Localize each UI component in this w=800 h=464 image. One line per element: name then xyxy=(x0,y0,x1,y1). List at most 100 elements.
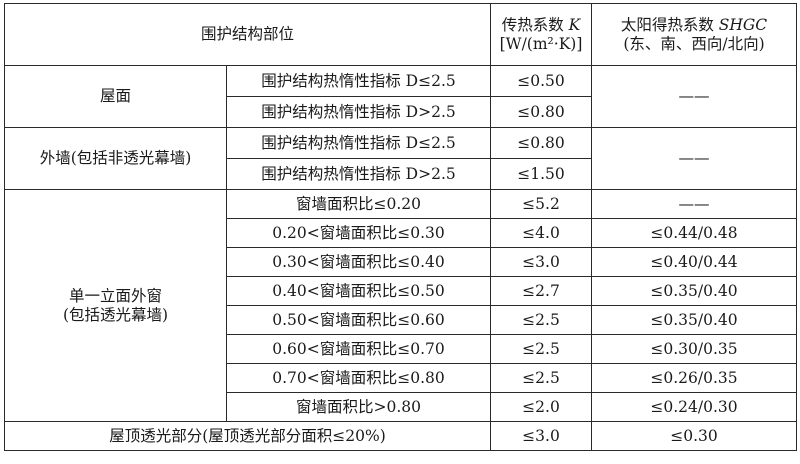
header-shgc-symbol: SHGC xyxy=(718,15,768,34)
k-cell: ≤0.50 xyxy=(490,65,592,97)
shgc-cell: ≤0.35/0.40 xyxy=(591,276,797,306)
shgc-value: ≤0.30/0.35 xyxy=(650,339,738,358)
k-cell: ≤1.50 xyxy=(490,158,592,190)
shgc-cell: —— xyxy=(591,189,797,219)
roof-label: 屋面 xyxy=(99,87,131,106)
k-value: ≤2.5 xyxy=(522,339,560,358)
condition-cell: 0.70<窗墙面积比≤0.80 xyxy=(226,363,491,393)
shgc-cell: —— xyxy=(591,127,797,190)
k-value: ≤5.2 xyxy=(522,194,560,213)
roof-label-cell: 屋面 xyxy=(4,65,227,128)
table-row: 屋顶透光部分(屋顶透光部分面积≤20%) ≤3.0 ≤0.30 xyxy=(4,421,797,451)
condition-cell: 围护结构热惰性指标 D≤2.5 xyxy=(226,127,491,159)
k-value: ≤3.0 xyxy=(522,426,560,445)
condition-cell: 窗墙面积比>0.80 xyxy=(226,392,491,422)
table-row: 屋面 围护结构热惰性指标 D≤2.5 ≤0.50 —— xyxy=(4,65,797,128)
header-k-unit: [W/(m²·K)] xyxy=(499,34,583,53)
shgc-value: ≤0.44/0.48 xyxy=(650,223,738,242)
k-value: ≤2.5 xyxy=(522,310,560,329)
k-cell: ≤2.5 xyxy=(490,363,592,393)
condition-text: 围护结构热惰性指标 D>2.5 xyxy=(261,164,456,183)
condition-cell: 围护结构热惰性指标 D>2.5 xyxy=(226,158,491,190)
k-cell: ≤3.0 xyxy=(490,421,592,451)
k-value: ≤4.0 xyxy=(522,223,560,242)
condition-text: 窗墙面积比≤0.20 xyxy=(296,194,421,213)
shgc-value: ≤0.35/0.40 xyxy=(650,310,738,329)
header-k-title: 传热系数 xyxy=(501,15,564,34)
condition-text: 0.20<窗墙面积比≤0.30 xyxy=(272,223,445,242)
shgc-cell: —— xyxy=(591,65,797,128)
header-k-cell: 传热系数 K [W/(m²·K)] xyxy=(490,3,592,66)
table-row: 单一立面外窗 (包括透光幕墙) 窗墙面积比≤0.20 ≤5.2 —— xyxy=(4,189,797,422)
condition-cell: 窗墙面积比≤0.20 xyxy=(226,189,491,219)
condition-text: 窗墙面积比>0.80 xyxy=(296,397,421,416)
k-cell: ≤4.0 xyxy=(490,218,592,248)
header-shgc-title-line: 太阳得热系数 SHGC xyxy=(596,16,792,35)
table-row: 外墙(包括非透光幕墙) 围护结构热惰性指标 D≤2.5 ≤0.80 —— xyxy=(4,127,797,190)
condition-cell: 0.60<窗墙面积比≤0.70 xyxy=(226,334,491,364)
shgc-dash: —— xyxy=(678,149,710,168)
k-cell: ≤0.80 xyxy=(490,96,592,128)
shgc-cell: ≤0.44/0.48 xyxy=(591,218,797,248)
condition-text: 0.30<窗墙面积比≤0.40 xyxy=(272,252,445,271)
condition-text: 0.60<窗墙面积比≤0.70 xyxy=(272,339,445,358)
k-value: ≤2.0 xyxy=(522,397,560,416)
skylight-label: 屋顶透光部分(屋顶透光部分面积≤20%) xyxy=(109,426,386,445)
k-value: ≤3.0 xyxy=(522,252,560,271)
k-cell: ≤2.7 xyxy=(490,276,592,306)
shgc-value: ≤0.40/0.44 xyxy=(650,252,738,271)
shgc-value: ≤0.24/0.30 xyxy=(650,397,738,416)
k-value: ≤1.50 xyxy=(517,164,565,183)
condition-text: 围护结构热惰性指标 D≤2.5 xyxy=(261,133,456,152)
wall-label-cell: 外墙(包括非透光幕墙) xyxy=(4,127,227,190)
condition-text: 0.50<窗墙面积比≤0.60 xyxy=(272,310,445,329)
shgc-value: ≤0.26/0.35 xyxy=(650,368,738,387)
window-label-line2: (包括透光幕墙) xyxy=(62,305,169,324)
envelope-limits-table: 围护结构部位 传热系数 K [W/(m²·K)] 太阳得热系数 SHGC (东、… xyxy=(4,3,797,451)
shgc-value: ≤0.30 xyxy=(670,426,718,445)
condition-cell: 0.40<窗墙面积比≤0.50 xyxy=(226,276,491,306)
k-cell: ≤2.5 xyxy=(490,334,592,364)
condition-cell: 围护结构热惰性指标 D≤2.5 xyxy=(226,65,491,97)
skylight-label-cell: 屋顶透光部分(屋顶透光部分面积≤20%) xyxy=(4,421,491,451)
header-shgc-cell: 太阳得热系数 SHGC (东、南、西向/北向) xyxy=(591,3,797,66)
condition-text: 0.40<窗墙面积比≤0.50 xyxy=(272,281,445,300)
shgc-cell: ≤0.30/0.35 xyxy=(591,334,797,364)
k-cell: ≤5.2 xyxy=(490,189,592,219)
shgc-dash: —— xyxy=(678,194,710,213)
header-part-cell: 围护结构部位 xyxy=(4,3,491,66)
shgc-cell: ≤0.35/0.40 xyxy=(591,305,797,335)
k-value: ≤2.7 xyxy=(522,281,560,300)
k-value: ≤0.80 xyxy=(517,133,565,152)
k-value: ≤0.50 xyxy=(517,71,565,90)
window-label-line1: 单一立面外窗 xyxy=(68,286,162,305)
condition-cell: 0.30<窗墙面积比≤0.40 xyxy=(226,247,491,277)
k-value: ≤2.5 xyxy=(522,368,560,387)
condition-text: 围护结构热惰性指标 D>2.5 xyxy=(261,102,456,121)
shgc-cell: ≤0.30 xyxy=(591,421,797,451)
wall-label: 外墙(包括非透光幕墙) xyxy=(39,149,192,168)
header-k-title-line: 传热系数 K xyxy=(495,16,587,35)
shgc-dash: —— xyxy=(678,87,710,106)
header-row: 围护结构部位 传热系数 K [W/(m²·K)] 太阳得热系数 SHGC (东、… xyxy=(4,3,797,66)
condition-cell: 0.50<窗墙面积比≤0.60 xyxy=(226,305,491,335)
condition-cell: 0.20<窗墙面积比≤0.30 xyxy=(226,218,491,248)
header-shgc-sub: (东、南、西向/北向) xyxy=(623,34,765,53)
shgc-cell: ≤0.24/0.30 xyxy=(591,392,797,422)
k-cell: ≤2.5 xyxy=(490,305,592,335)
header-part-label: 围护结构部位 xyxy=(200,25,294,44)
shgc-cell: ≤0.26/0.35 xyxy=(591,363,797,393)
shgc-cell: ≤0.40/0.44 xyxy=(591,247,797,277)
condition-text: 围护结构热惰性指标 D≤2.5 xyxy=(261,71,456,90)
k-cell: ≤3.0 xyxy=(490,247,592,277)
shgc-value: ≤0.35/0.40 xyxy=(650,281,738,300)
k-cell: ≤0.80 xyxy=(490,127,592,159)
window-label-cell: 单一立面外窗 (包括透光幕墙) xyxy=(4,189,227,422)
k-value: ≤0.80 xyxy=(517,102,565,121)
condition-text: 0.70<窗墙面积比≤0.80 xyxy=(272,368,445,387)
condition-cell: 围护结构热惰性指标 D>2.5 xyxy=(226,96,491,128)
header-shgc-title: 太阳得热系数 xyxy=(620,15,714,34)
envelope-table-container: 围护结构部位 传热系数 K [W/(m²·K)] 太阳得热系数 SHGC (东、… xyxy=(4,3,797,451)
header-k-symbol: K xyxy=(568,15,581,34)
k-cell: ≤2.0 xyxy=(490,392,592,422)
